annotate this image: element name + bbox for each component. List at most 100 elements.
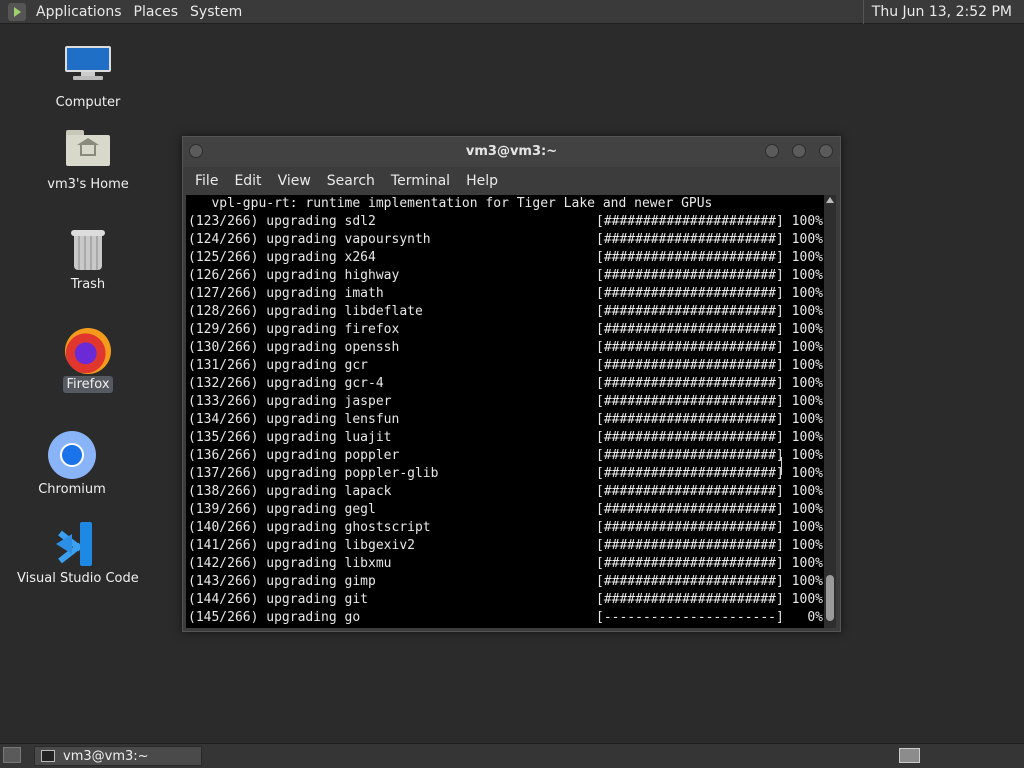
terminal-line: (129/266) upgrading firefox [############… xyxy=(186,321,824,339)
desktop-icon-label: Firefox xyxy=(63,376,113,393)
terminal-line-text: (136/266) upgrading poppler xyxy=(188,448,400,463)
progress-bar-text: [----------------------] 0% xyxy=(596,610,823,625)
terminal-line: (135/266) upgrading luajit [#############… xyxy=(186,429,824,447)
progress-bar-text: [######################] 100% xyxy=(596,304,823,319)
scrollbar-thumb[interactable] xyxy=(826,575,834,621)
desktop-icon-vscode[interactable]: Visual Studio Code xyxy=(14,522,139,587)
progress-bar-text: [######################] 100% xyxy=(596,250,823,265)
menu-search[interactable]: Search xyxy=(319,173,383,189)
scroll-up-arrow-icon[interactable] xyxy=(826,197,834,203)
firefox-icon xyxy=(65,328,111,374)
terminal-line: (141/266) upgrading libgexiv2 [##########… xyxy=(186,537,824,555)
progress-bar-text: [######################] 100% xyxy=(596,394,823,409)
desktop-icon-firefox[interactable]: Firefox xyxy=(28,328,148,393)
progress-bar-text: [######################] 100% xyxy=(596,502,823,517)
terminal-line-text: (135/266) upgrading luajit xyxy=(188,430,392,445)
progress-bar-text: [######################] 100% xyxy=(596,412,823,427)
terminal-icon xyxy=(41,750,55,762)
terminal-line: (125/266) upgrading x264 [###############… xyxy=(186,249,824,267)
terminal-line-text: (129/266) upgrading firefox xyxy=(188,322,400,337)
terminal-line-text: (138/266) upgrading lapack xyxy=(188,484,392,499)
desktop-icon-home[interactable]: vm3's Home xyxy=(28,130,148,193)
chromium-icon xyxy=(48,431,96,479)
menu-places[interactable]: Places xyxy=(128,4,185,20)
terminal-line: (132/266) upgrading gcr-4 [##############… xyxy=(186,375,824,393)
taskbar-window-button[interactable]: vm3@vm3:~ xyxy=(34,746,202,766)
window-titlebar[interactable]: vm3@vm3:~ xyxy=(183,137,840,167)
progress-bar-text: [######################] 100% xyxy=(596,484,823,499)
terminal-line-text: (143/266) upgrading gimp xyxy=(188,574,376,589)
terminal-line: (124/266) upgrading vapoursynth [########… xyxy=(186,231,824,249)
terminal-line: (143/266) upgrading gimp [###############… xyxy=(186,573,824,591)
terminal-line: (131/266) upgrading gcr [################… xyxy=(186,357,824,375)
desktop-icon-label: vm3's Home xyxy=(47,177,129,192)
terminal-line-text: (145/266) upgrading go xyxy=(188,610,361,625)
terminal-line-text: (126/266) upgrading highway xyxy=(188,268,400,283)
terminal-line-text: (139/266) upgrading gegl xyxy=(188,502,376,517)
workspace-switcher[interactable] xyxy=(899,748,920,763)
show-desktop-icon[interactable] xyxy=(3,747,21,763)
progress-bar-text: [######################] 100% xyxy=(596,448,823,463)
progress-bar-text: [######################] 100% xyxy=(596,214,823,229)
terminal-line-text: (141/266) upgrading libgexiv2 xyxy=(188,538,415,553)
computer-icon xyxy=(65,46,111,80)
close-button[interactable] xyxy=(819,144,833,158)
terminal-line: (142/266) upgrading libxmu [#############… xyxy=(186,555,824,573)
desktop-icon-trash[interactable]: Trash xyxy=(28,230,148,293)
menu-applications[interactable]: Applications xyxy=(30,4,128,20)
applications-menu-icon[interactable] xyxy=(8,2,26,21)
terminal-window: vm3@vm3:~ File Edit View Search Terminal… xyxy=(182,136,841,632)
menu-terminal[interactable]: Terminal xyxy=(383,173,458,189)
terminal-line-text: (125/266) upgrading x264 xyxy=(188,250,376,265)
terminal-line-text: (144/266) upgrading git xyxy=(188,592,369,607)
terminal-line: (133/266) upgrading jasper [#############… xyxy=(186,393,824,411)
top-panel: Applications Places System Thu Jun 13, 2… xyxy=(0,0,1024,24)
bottom-panel: vm3@vm3:~ xyxy=(0,743,1024,768)
menu-system[interactable]: System xyxy=(184,4,248,20)
terminal-line: (123/266) upgrading sdl2 [###############… xyxy=(186,213,824,231)
desktop-icon-chromium[interactable]: Chromium xyxy=(12,431,132,498)
terminal-line-text: (142/266) upgrading libxmu xyxy=(188,556,392,571)
desktop-icon-computer[interactable]: Computer xyxy=(28,46,148,111)
menu-help[interactable]: Help xyxy=(458,173,506,189)
terminal-line-text: (133/266) upgrading jasper xyxy=(188,394,392,409)
terminal-line: (145/266) upgrading go [-----------------… xyxy=(186,609,824,627)
terminal-scrollbar[interactable] xyxy=(824,195,836,628)
window-title: vm3@vm3:~ xyxy=(465,144,558,159)
terminal-output[interactable]: vpl-gpu-rt: runtime implementation for T… xyxy=(186,195,824,628)
progress-bar-text: [######################] 100% xyxy=(596,286,823,301)
terminal-menubar: File Edit View Search Terminal Help xyxy=(183,167,840,195)
menu-file[interactable]: File xyxy=(187,173,226,189)
menu-view[interactable]: View xyxy=(270,173,319,189)
terminal-line: (144/266) upgrading git [################… xyxy=(186,591,824,609)
terminal-line-text: (140/266) upgrading ghostscript xyxy=(188,520,431,535)
progress-bar-text: [######################] 100% xyxy=(596,358,823,373)
terminal-line: (139/266) upgrading gegl [###############… xyxy=(186,501,824,519)
taskbar-window-label: vm3@vm3:~ xyxy=(63,748,149,764)
clock-text: Thu Jun 13, 2:52 PM xyxy=(871,3,1012,20)
home-folder-icon xyxy=(66,130,110,166)
menu-edit[interactable]: Edit xyxy=(226,173,269,189)
terminal-line: (130/266) upgrading openssh [############… xyxy=(186,339,824,357)
terminal-line-text: (127/266) upgrading imath xyxy=(188,286,384,301)
desktop-icon-label: Trash xyxy=(70,277,106,292)
progress-bar-text: [######################] 100% xyxy=(596,592,823,607)
terminal-line-text: (134/266) upgrading lensfun xyxy=(188,412,400,427)
terminal-line-text: (131/266) upgrading gcr xyxy=(188,358,369,373)
desktop-icon-label: Chromium xyxy=(38,482,106,497)
terminal-line: (126/266) upgrading highway [############… xyxy=(186,267,824,285)
terminal-line: (140/266) upgrading ghostscript [########… xyxy=(186,519,824,537)
minimize-button[interactable] xyxy=(765,144,779,158)
desktop-icon-label: Visual Studio Code xyxy=(17,571,139,586)
progress-bar-text: [######################] 100% xyxy=(596,322,823,337)
terminal-line: (136/266) upgrading poppler [############… xyxy=(186,447,824,465)
terminal-line: (127/266) upgrading imath [##############… xyxy=(186,285,824,303)
progress-bar-text: [######################] 100% xyxy=(596,556,823,571)
terminal-area[interactable]: vpl-gpu-rt: runtime implementation for T… xyxy=(186,195,836,628)
clock[interactable]: Thu Jun 13, 2:52 PM xyxy=(862,0,1024,24)
progress-bar-text: [######################] 100% xyxy=(596,466,823,481)
progress-bar-text: [######################] 100% xyxy=(596,232,823,247)
terminal-line: (128/266) upgrading libdeflate [#########… xyxy=(186,303,824,321)
progress-bar-text: [######################] 100% xyxy=(596,340,823,355)
maximize-button[interactable] xyxy=(792,144,806,158)
